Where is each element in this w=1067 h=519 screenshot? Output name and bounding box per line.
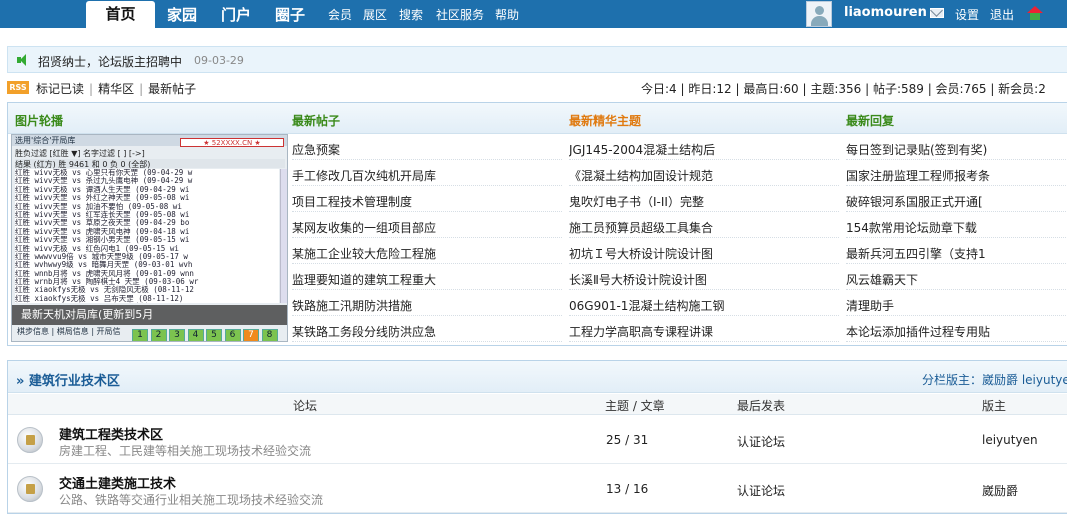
slide-scrollbar: [280, 169, 287, 303]
digest-topic-link[interactable]: 施工员预算员超级工具集合: [569, 212, 839, 238]
username-link[interactable]: liaomouren: [844, 5, 927, 20]
slide-page-button[interactable]: 6: [224, 329, 241, 341]
forum-name-link[interactable]: 交通土建类施工技术: [59, 473, 176, 492]
portal-block: 图片轮播 最新帖子 最新精华主题 最新回复 选用'综合'开局库 ★ 52XXXX…: [7, 102, 1067, 346]
latest-post-link[interactable]: 应急预案: [292, 134, 562, 160]
forum-moderator[interactable]: 崴励爵: [982, 482, 1018, 499]
nav-item-menhu[interactable]: 门户: [221, 4, 251, 25]
forum-description: 公路、铁路等交通行业相关施工现场技术经验交流: [59, 493, 324, 507]
rss-icon[interactable]: RSS: [7, 81, 29, 94]
header-counts: 主题 / 文章: [605, 399, 665, 413]
nav-link-members[interactable]: 会员: [328, 6, 352, 23]
mail-icon[interactable]: [930, 8, 944, 18]
nav-item-jiayuan[interactable]: 家园: [167, 4, 197, 25]
avatar-icon[interactable]: [806, 1, 832, 27]
moderators-names[interactable]: 崴励爵 leiyutyen: [982, 373, 1067, 387]
latest-post-link[interactable]: 某铁路工务段分线防洪应急: [292, 316, 562, 342]
latest-post-link[interactable]: 监理要知道的建筑工程重大: [292, 264, 562, 290]
digest-topic-link[interactable]: 鬼吹灯电子书（I-II）完整: [569, 186, 839, 212]
announcement-link[interactable]: 招贤纳士，论坛版主招聘中: [38, 53, 182, 70]
latest-posts-title: 最新帖子: [292, 114, 341, 128]
forum-stats: 今日:4 | 昨日:12 | 最高日:60 | 主题:356 | 帖子:589 …: [641, 82, 1046, 96]
forum-table-header: 论坛 主题 / 文章 最后发表 版主: [8, 394, 1067, 415]
latest-post-link[interactable]: 项目工程技术管理制度: [292, 186, 562, 212]
quick-links: 标记已读 | 精华区 | 最新帖子: [36, 82, 197, 96]
forum-last-post[interactable]: 认证论坛: [737, 433, 785, 450]
forum-last-post[interactable]: 认证论坛: [737, 482, 785, 499]
digest-topic-link[interactable]: JGJ145-2004混凝土结构后: [569, 134, 839, 160]
category-title[interactable]: » 建筑行业技术区: [16, 370, 120, 389]
nav-link-help[interactable]: 帮助: [495, 6, 519, 23]
slide-page-button[interactable]: 8: [261, 329, 278, 341]
latest-reply-link[interactable]: 破碎银河系国服正式开通[: [846, 186, 1067, 212]
digest-topics-title: 最新精华主题: [569, 114, 642, 128]
latest-reply-link[interactable]: 每日签到记录贴(签到有奖): [846, 134, 1067, 160]
slide-tabs: 棋步信息 | 棋局信息 | 开局信息: [17, 327, 121, 336]
nav-link-gallery[interactable]: 展区: [363, 6, 387, 23]
settings-link[interactable]: 设置: [955, 6, 979, 23]
latest-replies-title: 最新回复: [846, 114, 895, 128]
forum-name-link[interactable]: 建筑工程类技术区: [59, 424, 163, 443]
announcement-bar: 招贤纳士，论坛版主招聘中 09-03-29: [7, 46, 1067, 73]
announcement-date: 09-03-29: [194, 54, 244, 67]
nav-link-services[interactable]: 社区服务: [436, 6, 484, 23]
slide-page-button[interactable]: 4: [187, 329, 204, 341]
latest-reply-link[interactable]: 本论坛添加插件过程专用贴: [846, 316, 1067, 342]
forum-row: 建筑工程类技术区 房建工程、工民建等相关施工现场技术经验交流 25 / 31 认…: [8, 416, 1067, 464]
latest-post-link[interactable]: 手工修改几百次纯机开局库: [292, 160, 562, 186]
category-moderators: 分栏版主：崴励爵 leiyutyen: [922, 371, 1067, 388]
slide-logo: ★ 52XXXX.CN ★: [180, 138, 284, 147]
forum-moderator[interactable]: leiyutyen: [982, 433, 1038, 447]
latest-reply-link[interactable]: 国家注册监理工程师报考条: [846, 160, 1067, 186]
image-slideshow[interactable]: 选用'综合'开局库 ★ 52XXXX.CN ★ 胜负过滤 [红胜 ▼] 名字过滤…: [11, 134, 288, 342]
forum-status-icon: [17, 427, 43, 453]
slide-page-button[interactable]: 1: [132, 329, 148, 341]
slideshow-title: 图片轮播: [15, 114, 64, 128]
slide-page-button[interactable]: 7: [243, 329, 259, 341]
speaker-icon: [17, 54, 29, 66]
nav-link-search[interactable]: 搜索: [399, 6, 423, 23]
slide-table: 红胜 wivv无极 vs 心里只有你天罡 (09-04-29 w 红胜 wivv天…: [15, 169, 279, 303]
latest-posts-link[interactable]: 最新帖子: [148, 82, 196, 96]
mark-read-link[interactable]: 标记已读: [36, 82, 84, 96]
slide-page-button[interactable]: 5: [206, 329, 222, 341]
latest-reply-link[interactable]: 154款常用论坛勋章下载: [846, 212, 1067, 238]
category-header: » 建筑行业技术区 分栏版主：崴励爵 leiyutyen: [8, 361, 1067, 393]
digest-topic-link[interactable]: 《混凝土结构加固设计规范: [569, 160, 839, 186]
latest-post-link[interactable]: 某网友收集的一组项目部应: [292, 212, 562, 238]
header-last-post: 最后发表: [737, 399, 786, 413]
forum-status-icon: [17, 476, 43, 502]
header-moderator: 版主: [982, 399, 1007, 413]
latest-reply-link[interactable]: 风云雄霸天下: [846, 264, 1067, 290]
forum-row: 交通土建类施工技术 公路、铁路等交通行业相关施工现场技术经验交流 13 / 16…: [8, 465, 1067, 513]
slide-page-button[interactable]: 2: [150, 329, 167, 341]
forum-description: 房建工程、工民建等相关施工现场技术经验交流: [59, 444, 312, 458]
latest-reply-link[interactable]: 清理助手: [846, 290, 1067, 316]
slide-page-button[interactable]: 3: [169, 329, 185, 341]
moderators-label: 分栏版主：: [922, 373, 983, 387]
latest-reply-link[interactable]: 最新兵河五四引擎（支持1: [846, 238, 1067, 264]
latest-post-link[interactable]: 铁路施工汛期防洪措施: [292, 290, 562, 316]
nav-item-quanzi[interactable]: 圈子: [275, 4, 305, 25]
portal-header: 图片轮播 最新帖子 最新精华主题 最新回复: [8, 103, 1067, 134]
slide-table-header: 结果 (红方) 胜 9461 和 0 负 0 (全部): [15, 159, 285, 169]
digest-topic-link[interactable]: 06G901-1混凝土结构施工钢: [569, 290, 839, 316]
latest-post-link[interactable]: 某施工企业较大危险工程施: [292, 238, 562, 264]
digest-area-link[interactable]: 精华区: [98, 82, 134, 96]
forum-counts: 25 / 31: [606, 433, 649, 447]
digest-topic-link[interactable]: 工程力学高职高专课程讲课: [569, 316, 839, 342]
slide-caption[interactable]: 最新天机对局库(更新到5月: [12, 305, 287, 325]
forum-category: » 建筑行业技术区 分栏版主：崴励爵 leiyutyen 论坛 主题 / 文章 …: [7, 360, 1067, 514]
digest-topic-link[interactable]: 初坑Ｉ号大桥设计院设计图: [569, 238, 839, 264]
home-icon[interactable]: [1027, 6, 1043, 20]
forum-counts: 13 / 16: [606, 482, 649, 496]
top-nav-bar: 首页 家园 门户 圈子 会员 展区 搜索 社区服务 帮助 liaomouren …: [0, 0, 1067, 28]
nav-home-tab[interactable]: 首页: [86, 1, 155, 28]
digest-topic-link[interactable]: 长溪Ⅱ号大桥设计院设计图: [569, 264, 839, 290]
slide-filter-row: 胜负过滤 [红胜 ▼] 名字过滤 [ ] [->]: [15, 149, 145, 158]
logout-link[interactable]: 退出: [990, 6, 1014, 23]
header-forum: 论坛: [293, 399, 318, 413]
